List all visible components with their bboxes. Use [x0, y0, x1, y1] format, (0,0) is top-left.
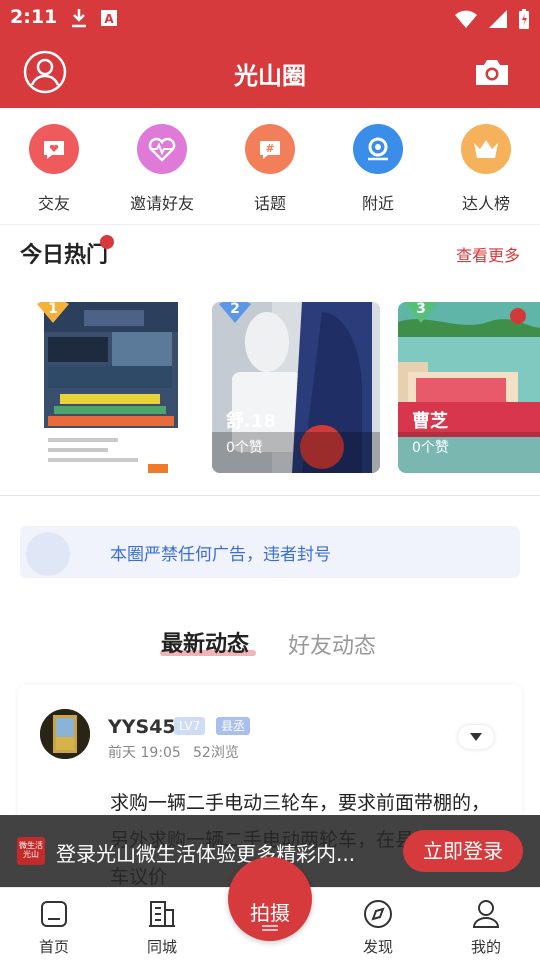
app-header: 光山圈: [0, 36, 540, 108]
rank-number: 3: [416, 302, 426, 317]
home-icon: [41, 901, 67, 927]
shoot-label: 拍摄: [250, 901, 290, 925]
quick-nav: 交友 邀请好友 # 话题 附近 达人榜: [0, 108, 540, 225]
notice-banner: 本圈严禁任何广告，违者封号: [20, 526, 520, 578]
hot-card-image: [44, 302, 178, 473]
hot-indicator-dot: [100, 235, 114, 249]
camera-icon[interactable]: [474, 56, 510, 88]
post-time: 前天 19:05: [108, 745, 181, 761]
download-icon: [72, 9, 86, 28]
nav-home[interactable]: 首页: [0, 888, 108, 960]
hot-card[interactable]: 1: [24, 302, 192, 473]
quick-nav-label: 附近: [361, 194, 394, 213]
svg-text:A: A: [104, 12, 114, 26]
rank-number: 1: [48, 302, 58, 317]
role-badge: 县丞: [216, 717, 251, 735]
status-time: 2:11: [10, 6, 58, 28]
nav-label: 首页: [38, 938, 69, 956]
building-icon: [149, 901, 175, 927]
nav-label: 同城: [146, 938, 177, 956]
battery-icon: [519, 9, 529, 29]
rank-number: 2: [230, 302, 240, 317]
hot-card-likes: 0个赞: [412, 440, 449, 456]
quick-nav-label: 达人榜: [461, 194, 510, 213]
nav-label: 我的: [470, 938, 501, 956]
location-icon: [353, 124, 403, 174]
quick-nav-ranking[interactable]: 达人榜: [432, 108, 540, 224]
tab-latest[interactable]: 最新动态: [161, 626, 249, 658]
rank-badge: 3: [404, 302, 438, 324]
quick-nav-invite[interactable]: 邀请好友: [108, 108, 216, 224]
nav-label: 发现: [362, 938, 393, 956]
status-bar: 2:11 A: [0, 0, 540, 36]
nav-mine[interactable]: 我的: [432, 888, 540, 960]
post-username[interactable]: YYS45: [108, 716, 176, 738]
decorative-bubble: [26, 532, 70, 576]
quick-nav-topic[interactable]: # 话题: [216, 108, 324, 224]
hashtag-icon: #: [245, 124, 295, 174]
quick-nav-label: 交友: [37, 194, 70, 213]
quick-nav-friends[interactable]: 交友: [0, 108, 108, 224]
quick-nav-nearby[interactable]: 附近: [324, 108, 432, 224]
crown-icon: [461, 124, 511, 174]
section-divider: [0, 495, 540, 496]
quick-nav-label: 话题: [253, 194, 286, 213]
level-badge: LV7: [174, 717, 206, 735]
chevron-down-icon: [470, 733, 482, 741]
notice-text: 本圈严禁任何广告，违者封号: [110, 545, 331, 565]
hot-card-likes: 0个赞: [226, 440, 263, 456]
rank-badge: 1: [36, 302, 70, 324]
hot-card-title: 曹芝: [412, 411, 448, 432]
post-avatar[interactable]: [40, 709, 90, 759]
login-prompt-text: 登录光山微生活体验更多精彩内...: [56, 842, 356, 866]
hot-card-title: 舒.18: [226, 411, 276, 432]
shoot-button[interactable]: 拍摄: [228, 857, 312, 941]
shoot-decoration: [262, 925, 278, 927]
app-logo: 微生活 光山: [17, 837, 45, 865]
view-more-link[interactable]: 查看更多: [456, 242, 520, 266]
quick-nav-label: 邀请好友: [129, 194, 194, 213]
page-title: 光山圈: [234, 62, 306, 90]
compass-icon: [364, 900, 392, 928]
wifi-icon: [455, 10, 477, 28]
nav-city[interactable]: 同城: [108, 888, 216, 960]
svg-text:#: #: [265, 142, 274, 155]
post-more-button[interactable]: [458, 725, 494, 749]
login-button[interactable]: 立即登录: [403, 830, 523, 872]
nav-discover[interactable]: 发现: [324, 888, 432, 960]
heart-chat-icon: [29, 124, 79, 174]
rank-badge: 2: [218, 302, 252, 324]
hot-section-title: 今日热门: [20, 243, 109, 268]
tab-friends[interactable]: 好友动态: [288, 628, 376, 660]
hot-card[interactable]: 3 曹芝 0个赞: [398, 302, 540, 473]
user-icon: [472, 900, 500, 928]
signal-icon: [489, 10, 507, 28]
heartbeat-icon: [137, 124, 187, 174]
post-views: 52浏览: [193, 745, 239, 761]
font-icon: A: [101, 10, 117, 26]
hot-card[interactable]: 2 舒.18 0个赞: [212, 302, 380, 473]
